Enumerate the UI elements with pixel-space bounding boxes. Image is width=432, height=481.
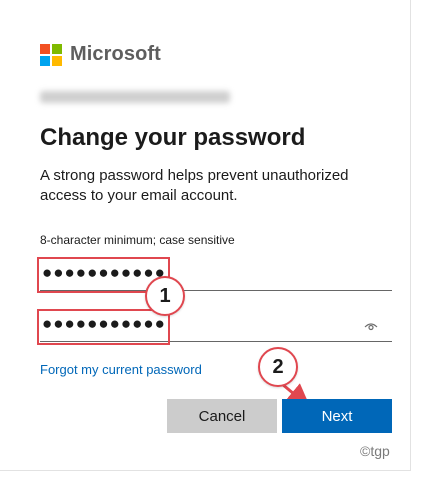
account-email-blurred bbox=[40, 91, 230, 103]
reveal-password-eye-icon[interactable] bbox=[364, 320, 378, 332]
step-1-badge: 1 bbox=[145, 276, 185, 316]
microsoft-logo: Microsoft bbox=[40, 43, 161, 66]
step-2-badge: 2 bbox=[258, 347, 298, 387]
highlight-confirm-password bbox=[37, 309, 170, 345]
page-description: A strong password helps prevent unauthor… bbox=[40, 167, 349, 204]
cancel-button[interactable]: Cancel bbox=[167, 399, 277, 433]
password-hint: 8-character minimum; case sensitive bbox=[40, 233, 235, 247]
brand-name: Microsoft bbox=[70, 43, 161, 65]
dialog-card: Microsoft Change your password A strong … bbox=[0, 0, 411, 471]
microsoft-logo-icon bbox=[40, 43, 62, 66]
watermark: ©tgp bbox=[360, 443, 390, 459]
page-title: Change your password bbox=[40, 124, 306, 151]
next-button[interactable]: Next bbox=[282, 399, 392, 433]
forgot-password-link[interactable]: Forgot my current password bbox=[40, 362, 202, 377]
